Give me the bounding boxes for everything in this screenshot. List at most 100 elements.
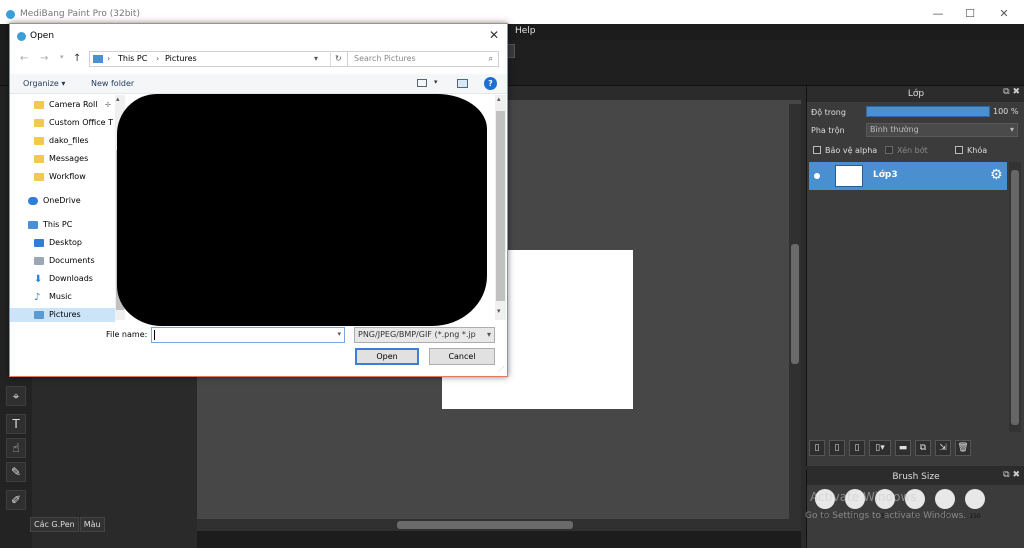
layer-list-scrollbar[interactable] <box>1009 162 1021 432</box>
nav-item-this-pc[interactable]: This PC <box>43 220 72 229</box>
folder-icon <box>34 119 44 127</box>
search-input[interactable]: Search Pictures ⌕ <box>347 51 499 67</box>
chevron-up-icon[interactable]: ▴ <box>116 95 120 103</box>
lock-label: Khóa <box>967 146 988 155</box>
pen-icon[interactable]: ✐ <box>6 490 26 510</box>
cancel-button[interactable]: Cancel <box>429 348 495 365</box>
alpha-protect-checkbox[interactable] <box>813 146 821 154</box>
folder-icon <box>34 173 44 181</box>
eyedropper-icon[interactable]: ✎ <box>6 462 26 482</box>
computer-icon <box>28 221 38 229</box>
chevron-down-icon[interactable]: ▾ <box>497 307 501 315</box>
close-icon[interactable]: ✕ <box>489 28 499 42</box>
new-layer-icon[interactable]: ▯ <box>809 440 825 456</box>
resize-grip-icon[interactable]: ⋰ <box>498 366 504 373</box>
tab-gpen[interactable]: Các G.Pen <box>30 517 79 532</box>
chevron-down-icon[interactable]: ▾ <box>337 330 341 338</box>
select-pointer-icon[interactable]: ☝ <box>6 438 26 458</box>
duplicate-layer-icon[interactable]: ⧉ <box>915 440 931 456</box>
layer-panel-title: Lớp <box>807 86 1024 102</box>
nav-item-custom-office[interactable]: Custom Office T <box>49 118 113 127</box>
gear-icon[interactable]: ⚙ <box>990 167 1003 183</box>
download-arrow-icon: ⬇ <box>34 274 43 285</box>
scroll-thumb[interactable] <box>496 111 505 301</box>
lock-checkbox[interactable] <box>955 146 963 154</box>
breadcrumb-this-pc[interactable]: This PC <box>118 52 147 66</box>
open-button[interactable]: Open <box>355 348 419 365</box>
preview-pane-icon[interactable] <box>457 79 468 88</box>
blend-mode-select[interactable]: Bình thường ▾ <box>866 123 1018 137</box>
folder-icon <box>34 155 44 163</box>
address-bar[interactable]: › This PC › Pictures ▾ ↻ <box>89 51 348 67</box>
file-type-select[interactable]: PNG/JPEG/BMP/GIF (*.png *.jp ▾ <box>354 327 495 343</box>
nav-item-music[interactable]: Music <box>49 292 72 301</box>
chevron-down-icon[interactable]: ▾ <box>314 52 318 66</box>
nav-item-documents[interactable]: Documents <box>49 256 95 265</box>
app-logo-icon <box>6 10 15 19</box>
nav-item-workflow[interactable]: Workflow <box>49 172 86 181</box>
view-options-icon[interactable] <box>417 79 427 87</box>
nav-item-downloads[interactable]: Downloads <box>49 274 93 283</box>
layer-row[interactable]: Lớp3 ⚙ <box>809 162 1007 190</box>
opacity-slider[interactable] <box>866 106 990 117</box>
new-folder-button[interactable]: New folder <box>91 79 134 88</box>
redacted-region <box>117 94 487 326</box>
app-title: MediBang Paint Pro (32bit) <box>20 9 140 19</box>
canvas-vertical-scrollbar[interactable] <box>789 104 801 520</box>
breadcrumb-pictures[interactable]: Pictures <box>165 52 197 66</box>
search-placeholder: Search Pictures <box>354 54 416 63</box>
chevron-down-icon: ▾ <box>486 330 491 339</box>
text-icon[interactable]: T <box>6 414 26 434</box>
opacity-label: Độ trong <box>811 108 846 117</box>
tab-color[interactable]: Màu <box>79 517 105 532</box>
nav-item-camera-roll[interactable]: Camera Roll <box>49 100 97 109</box>
app-logo-icon <box>17 32 26 41</box>
forward-arrow-icon[interactable]: → <box>40 53 48 64</box>
search-icon: ⌕ <box>488 54 493 63</box>
brush-size-option[interactable] <box>935 489 955 509</box>
file-name-input[interactable]: ▾ <box>151 327 345 343</box>
add-layer-dropdown-icon[interactable]: ▯▾ <box>869 440 891 456</box>
refresh-icon[interactable]: ↻ <box>330 52 342 66</box>
nav-item-onedrive[interactable]: OneDrive <box>43 196 81 205</box>
computer-icon <box>93 55 103 63</box>
command-bar: Organize ▾ New folder ▾ ? <box>10 74 507 94</box>
blend-mode-value: Bình thường <box>870 125 919 134</box>
scroll-thumb[interactable] <box>1011 170 1019 425</box>
up-arrow-icon[interactable]: ↑ <box>73 53 81 64</box>
panel-detach-close-icon[interactable]: ⧉ ✖ <box>1003 87 1020 97</box>
brush-size-option[interactable] <box>965 489 985 509</box>
folder-icon[interactable]: ▬ <box>895 440 911 456</box>
delete-layer-icon[interactable]: 🗑 <box>955 440 971 456</box>
menu-help[interactable]: Help <box>515 26 536 36</box>
maximize-button[interactable]: ☐ <box>958 6 982 22</box>
scroll-thumb[interactable] <box>791 244 799 364</box>
activate-windows-title: Activate Windows <box>810 490 917 504</box>
canvas-horizontal-scrollbar[interactable] <box>197 519 801 531</box>
pictures-icon <box>34 311 44 319</box>
chevron-up-icon[interactable]: ▴ <box>497 95 501 103</box>
back-arrow-icon[interactable]: ← <box>20 53 28 64</box>
chevron-right-icon: › <box>156 54 160 63</box>
file-list-scrollbar[interactable]: ▴ ▾ <box>495 95 506 320</box>
scroll-thumb[interactable] <box>397 521 573 529</box>
organize-button[interactable]: Organize ▾ <box>23 79 65 88</box>
bucket-icon[interactable]: ⌖ <box>6 386 26 406</box>
alpha-protect-label: Bảo vệ alpha <box>825 146 878 155</box>
close-app-button[interactable]: ✕ <box>992 6 1016 22</box>
new-1bit-layer-icon[interactable]: ▯ <box>849 440 865 456</box>
nav-item-desktop[interactable]: Desktop <box>49 238 82 247</box>
visibility-icon[interactable] <box>814 173 820 179</box>
merge-down-icon[interactable]: ⇲ <box>935 440 951 456</box>
open-dialog: Open ✕ ← → ▾ ↑ › This PC › Pictures ▾ ↻ … <box>9 23 508 377</box>
help-icon[interactable]: ? <box>484 77 497 90</box>
panel-detach-close-icon[interactable]: ⧉ ✖ <box>1003 470 1020 480</box>
nav-item-messages[interactable]: Messages <box>49 154 88 163</box>
clipping-checkbox[interactable] <box>885 146 893 154</box>
minimize-button[interactable]: — <box>926 6 950 22</box>
recent-dropdown-icon[interactable]: ▾ <box>60 53 64 61</box>
new-8bit-layer-icon[interactable]: ▯ <box>829 440 845 456</box>
nav-item-pictures[interactable]: Pictures <box>49 310 81 319</box>
nav-item-dako-files[interactable]: dako_files <box>49 136 89 145</box>
chevron-down-icon[interactable]: ▾ <box>434 78 438 86</box>
